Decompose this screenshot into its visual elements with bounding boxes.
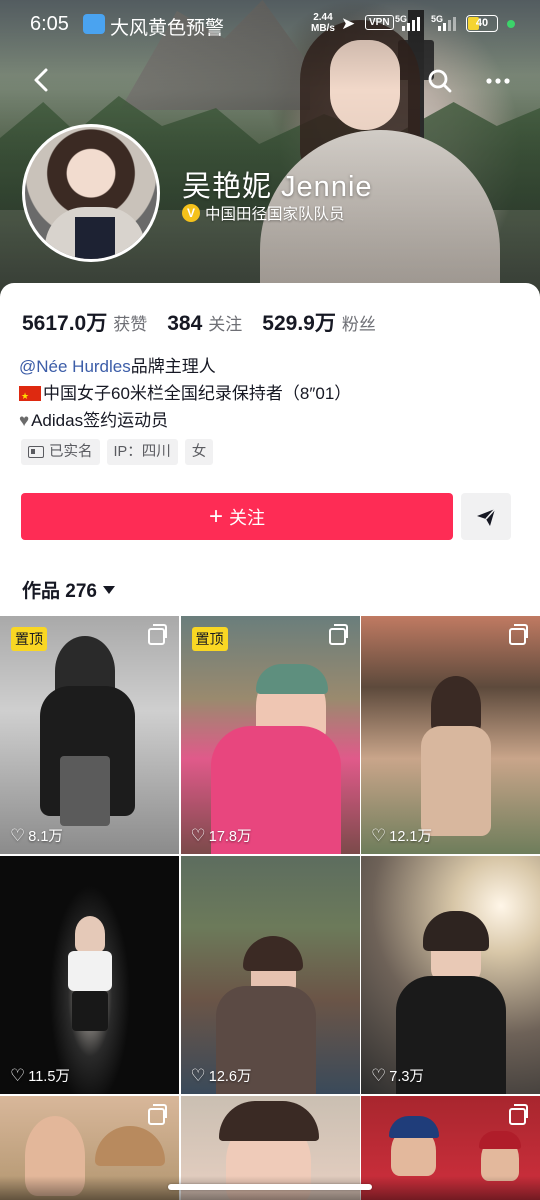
works-tab-label: 作品 276 xyxy=(22,581,97,602)
video-thumbnail[interactable]: ♡ 12.6万 xyxy=(180,856,360,1094)
tag-verified-text: 已实名 xyxy=(49,444,93,460)
video-thumbnail[interactable]: 置顶 ♡ 8.1万 xyxy=(0,616,179,854)
back-arrow-icon[interactable] xyxy=(28,62,56,98)
id-card-icon xyxy=(28,446,44,458)
video-likes: ♡ 17.8万 xyxy=(191,825,252,846)
follow-button-label: 关注 xyxy=(229,507,265,528)
profile-stats: 5617.0万 获赞 384 关注 529.9万 粉丝 xyxy=(22,307,396,337)
home-indicator[interactable] xyxy=(168,1184,372,1190)
video-likes-count: 12.6万 xyxy=(208,1069,252,1085)
multi-image-icon xyxy=(509,1104,528,1125)
search-icon[interactable] xyxy=(425,66,455,96)
video-thumbnail[interactable]: 置顶 ♡ 17.8万 xyxy=(180,616,360,854)
location-arrow-icon: ➤ xyxy=(341,14,356,33)
verified-badge-icon: V xyxy=(182,204,200,222)
china-flag-icon xyxy=(19,383,41,410)
video-thumbnail[interactable]: ♡ 11.5万 xyxy=(0,856,179,1094)
grey-heart-icon: ♥ xyxy=(19,411,30,430)
pinned-badge: 置顶 xyxy=(191,627,228,651)
video-thumbnail[interactable]: ♡ 7.3万 xyxy=(361,856,540,1094)
share-button[interactable] xyxy=(461,493,511,540)
video-likes: ♡ 12.1万 xyxy=(371,825,432,846)
video-likes-count: 12.1万 xyxy=(389,829,432,845)
bio-line-3: Adidas签约运动员 xyxy=(31,411,169,430)
share-arrow-icon xyxy=(477,507,496,526)
video-likes: ♡ 12.6万 xyxy=(191,1065,252,1086)
video-likes-count: 7.3万 xyxy=(389,1069,424,1085)
chevron-down-icon xyxy=(102,585,115,594)
multi-image-icon xyxy=(148,1104,167,1125)
weather-app-icon xyxy=(83,14,105,34)
signal-2-bars-icon xyxy=(438,17,456,31)
video-likes: ♡ 11.5万 xyxy=(10,1065,70,1086)
heart-outline-icon: ♡ xyxy=(371,1065,387,1085)
heart-outline-icon: ♡ xyxy=(371,825,387,845)
likes-count[interactable]: 5617.0万 xyxy=(22,307,107,337)
network-speed-unit: MB/s xyxy=(311,23,335,34)
video-likes: ♡ 8.1万 xyxy=(10,825,63,846)
weather-alert-text: 大风黄色预警 xyxy=(110,18,225,39)
vpn-badge: VPN xyxy=(365,15,394,30)
bio-mention-suffix: 品牌主理人 xyxy=(130,357,216,376)
status-bar: 6:05 大风黄色预警 2.44 MB/s ➤ VPN 5G 5G 40 xyxy=(0,0,540,48)
follow-button[interactable]: + 关注 xyxy=(21,493,453,540)
following-label[interactable]: 关注 xyxy=(208,310,242,335)
network-speed: 2.44 MB/s xyxy=(311,12,335,34)
tag-gender: 女 xyxy=(184,439,214,465)
status-time: 6:05 xyxy=(30,13,69,35)
plus-icon: + xyxy=(208,502,223,530)
verification-text: 中国田径国家队队员 xyxy=(205,206,345,223)
battery-percent: 40 xyxy=(475,17,489,29)
works-grid: 置顶 ♡ 8.1万 置顶 ♡ 17.8万 ♡ 12.1万 ♡ 11.5万 ♡ 1… xyxy=(0,616,540,1200)
bio-line-2: 中国女子60米栏全国纪录保持者（8″01） xyxy=(43,384,352,403)
multi-image-icon xyxy=(148,624,167,645)
video-likes-count: 17.8万 xyxy=(208,829,252,845)
profile-card: 5617.0万 获赞 384 关注 529.9万 粉丝 @Née Hurdles… xyxy=(0,283,540,1200)
bio-mention-link[interactable]: @Née Hurdles xyxy=(19,353,131,380)
heart-outline-icon: ♡ xyxy=(10,1065,26,1085)
video-thumbnail[interactable]: ♡ 12.1万 xyxy=(361,616,540,854)
heart-outline-icon: ♡ xyxy=(190,1065,206,1085)
signal-1-bars-icon xyxy=(402,17,420,31)
network-speed-value: 2.44 xyxy=(313,12,333,23)
tag-verified: 已实名 xyxy=(21,439,100,465)
battery-icon: 40 xyxy=(466,15,498,32)
video-likes-count: 11.5万 xyxy=(28,1069,70,1085)
multi-image-icon xyxy=(328,624,348,645)
followers-count[interactable]: 529.9万 xyxy=(262,307,336,337)
followers-label[interactable]: 粉丝 xyxy=(342,310,376,335)
profile-bio: @Née Hurdles 品牌主理人 中国女子60米栏全国纪录保持者（8″01）… xyxy=(19,353,351,434)
tag-ip: IP：四川 xyxy=(106,439,178,465)
heart-outline-icon: ♡ xyxy=(10,825,26,845)
avatar[interactable] xyxy=(22,124,160,262)
more-icon[interactable] xyxy=(483,66,513,96)
tab-works[interactable]: 作品 276 xyxy=(22,576,115,603)
video-likes: ♡ 7.3万 xyxy=(371,1065,424,1086)
profile-tags: 已实名 IP：四川 女 xyxy=(21,439,214,465)
heart-outline-icon: ♡ xyxy=(190,825,206,845)
following-count[interactable]: 384 xyxy=(167,312,202,336)
likes-label[interactable]: 获赞 xyxy=(113,310,147,335)
privacy-dot-icon xyxy=(507,20,515,28)
multi-image-icon xyxy=(509,624,528,645)
video-likes-count: 8.1万 xyxy=(28,829,63,845)
profile-name: 吴艳妮 Jennie xyxy=(182,171,373,203)
pinned-badge: 置顶 xyxy=(11,627,47,651)
